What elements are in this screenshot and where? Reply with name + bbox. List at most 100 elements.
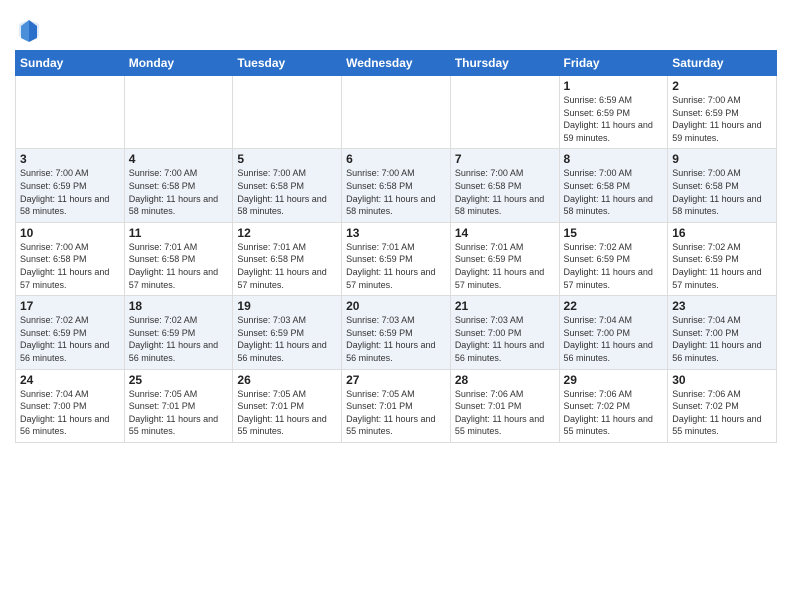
day-detail: Sunrise: 7:03 AM Sunset: 7:00 PM Dayligh… xyxy=(455,314,555,364)
calendar-day-cell xyxy=(16,76,125,149)
day-detail: Sunrise: 7:02 AM Sunset: 6:59 PM Dayligh… xyxy=(672,241,772,291)
day-number: 16 xyxy=(672,226,772,240)
day-number: 21 xyxy=(455,299,555,313)
calendar-day-cell: 6Sunrise: 7:00 AM Sunset: 6:58 PM Daylig… xyxy=(342,149,451,222)
day-number: 3 xyxy=(20,152,120,166)
day-detail: Sunrise: 7:00 AM Sunset: 6:58 PM Dayligh… xyxy=(672,167,772,217)
day-number: 9 xyxy=(672,152,772,166)
calendar-day-cell: 25Sunrise: 7:05 AM Sunset: 7:01 PM Dayli… xyxy=(124,369,233,442)
day-number: 29 xyxy=(564,373,664,387)
day-detail: Sunrise: 7:02 AM Sunset: 6:59 PM Dayligh… xyxy=(564,241,664,291)
logo xyxy=(15,16,47,44)
day-number: 14 xyxy=(455,226,555,240)
day-number: 22 xyxy=(564,299,664,313)
weekday-header: Tuesday xyxy=(233,51,342,76)
calendar-day-cell: 15Sunrise: 7:02 AM Sunset: 6:59 PM Dayli… xyxy=(559,222,668,295)
page-header xyxy=(15,10,777,44)
day-number: 10 xyxy=(20,226,120,240)
calendar-table: SundayMondayTuesdayWednesdayThursdayFrid… xyxy=(15,50,777,443)
day-number: 4 xyxy=(129,152,229,166)
weekday-header: Saturday xyxy=(668,51,777,76)
calendar-day-cell xyxy=(342,76,451,149)
calendar-day-cell: 21Sunrise: 7:03 AM Sunset: 7:00 PM Dayli… xyxy=(450,296,559,369)
day-detail: Sunrise: 7:06 AM Sunset: 7:02 PM Dayligh… xyxy=(564,388,664,438)
day-detail: Sunrise: 7:00 AM Sunset: 6:58 PM Dayligh… xyxy=(237,167,337,217)
day-number: 24 xyxy=(20,373,120,387)
day-detail: Sunrise: 7:01 AM Sunset: 6:59 PM Dayligh… xyxy=(346,241,446,291)
calendar-day-cell: 14Sunrise: 7:01 AM Sunset: 6:59 PM Dayli… xyxy=(450,222,559,295)
day-detail: Sunrise: 7:00 AM Sunset: 6:58 PM Dayligh… xyxy=(455,167,555,217)
calendar-day-cell xyxy=(450,76,559,149)
calendar-week-row: 1Sunrise: 6:59 AM Sunset: 6:59 PM Daylig… xyxy=(16,76,777,149)
day-number: 18 xyxy=(129,299,229,313)
day-number: 13 xyxy=(346,226,446,240)
calendar-day-cell: 17Sunrise: 7:02 AM Sunset: 6:59 PM Dayli… xyxy=(16,296,125,369)
day-number: 27 xyxy=(346,373,446,387)
day-number: 26 xyxy=(237,373,337,387)
day-detail: Sunrise: 7:03 AM Sunset: 6:59 PM Dayligh… xyxy=(346,314,446,364)
day-number: 15 xyxy=(564,226,664,240)
weekday-header: Monday xyxy=(124,51,233,76)
day-number: 8 xyxy=(564,152,664,166)
day-detail: Sunrise: 7:04 AM Sunset: 7:00 PM Dayligh… xyxy=(564,314,664,364)
calendar-week-row: 17 Sunrise: 7:02 AM Sunset: 6:59 PM Dayli… xyxy=(16,296,777,369)
calendar-day-cell: 16Sunrise: 7:02 AM Sunset: 6:59 PM Dayli… xyxy=(668,222,777,295)
day-number: 6 xyxy=(346,152,446,166)
day-detail: Sunrise: 7:06 AM Sunset: 7:02 PM Dayligh… xyxy=(672,388,772,438)
day-detail: Sunrise: 7:00 AM Sunset: 6:58 PM Dayligh… xyxy=(20,241,120,291)
weekday-header: Thursday xyxy=(450,51,559,76)
calendar-day-cell: 2Sunrise: 7:00 AM Sunset: 6:59 PM Daylig… xyxy=(668,76,777,149)
day-detail: Sunrise: 7:00 AM Sunset: 6:59 PM Dayligh… xyxy=(20,167,120,217)
calendar-day-cell: 8Sunrise: 7:00 AM Sunset: 6:58 PM Daylig… xyxy=(559,149,668,222)
day-detail: Sunrise: 7:00 AM Sunset: 6:58 PM Dayligh… xyxy=(129,167,229,217)
calendar-day-cell: 30Sunrise: 7:06 AM Sunset: 7:02 PM Dayli… xyxy=(668,369,777,442)
day-detail: Sunrise: 7:00 AM Sunset: 6:58 PM Dayligh… xyxy=(564,167,664,217)
day-number: 17 xyxy=(20,299,120,313)
day-detail: Sunrise: 7:02 AM Sunset: 6:59 PM Dayligh… xyxy=(129,314,229,364)
calendar-week-row: 3Sunrise: 7:00 AM Sunset: 6:59 PM Daylig… xyxy=(16,149,777,222)
calendar-day-cell: 20Sunrise: 7:03 AM Sunset: 6:59 PM Dayli… xyxy=(342,296,451,369)
day-detail: Sunrise: 7:06 AM Sunset: 7:01 PM Dayligh… xyxy=(455,388,555,438)
day-detail: Sunrise: 7:01 AM Sunset: 6:58 PM Dayligh… xyxy=(129,241,229,291)
weekday-header: Friday xyxy=(559,51,668,76)
day-detail: Sunrise: 6:59 AM Sunset: 6:59 PM Dayligh… xyxy=(564,94,664,144)
day-number: 5 xyxy=(237,152,337,166)
calendar-day-cell: 4Sunrise: 7:00 AM Sunset: 6:58 PM Daylig… xyxy=(124,149,233,222)
calendar-week-row: 24Sunrise: 7:04 AM Sunset: 7:00 PM Dayli… xyxy=(16,369,777,442)
calendar-day-cell: 29Sunrise: 7:06 AM Sunset: 7:02 PM Dayli… xyxy=(559,369,668,442)
day-number: 20 xyxy=(346,299,446,313)
day-detail: Sunrise: 7:05 AM Sunset: 7:01 PM Dayligh… xyxy=(237,388,337,438)
day-number: 23 xyxy=(672,299,772,313)
day-number: 30 xyxy=(672,373,772,387)
calendar-day-cell: 1Sunrise: 6:59 AM Sunset: 6:59 PM Daylig… xyxy=(559,76,668,149)
weekday-header: Wednesday xyxy=(342,51,451,76)
day-detail: Sunrise: 7:01 AM Sunset: 6:59 PM Dayligh… xyxy=(455,241,555,291)
day-number: 7 xyxy=(455,152,555,166)
day-detail: Sunrise: 7:05 AM Sunset: 7:01 PM Dayligh… xyxy=(346,388,446,438)
calendar-day-cell: 11Sunrise: 7:01 AM Sunset: 6:58 PM Dayli… xyxy=(124,222,233,295)
day-number: 2 xyxy=(672,79,772,93)
calendar-header-row: SundayMondayTuesdayWednesdayThursdayFrid… xyxy=(16,51,777,76)
day-detail: Sunrise: 7:00 AM Sunset: 6:59 PM Dayligh… xyxy=(672,94,772,144)
calendar-day-cell: 12Sunrise: 7:01 AM Sunset: 6:58 PM Dayli… xyxy=(233,222,342,295)
day-number: 11 xyxy=(129,226,229,240)
day-detail: Sunrise: 7:01 AM Sunset: 6:58 PM Dayligh… xyxy=(237,241,337,291)
day-number: 25 xyxy=(129,373,229,387)
calendar-day-cell: 26Sunrise: 7:05 AM Sunset: 7:01 PM Dayli… xyxy=(233,369,342,442)
calendar-day-cell: 27Sunrise: 7:05 AM Sunset: 7:01 PM Dayli… xyxy=(342,369,451,442)
calendar-day-cell: 24Sunrise: 7:04 AM Sunset: 7:00 PM Dayli… xyxy=(16,369,125,442)
calendar-day-cell: 7Sunrise: 7:00 AM Sunset: 6:58 PM Daylig… xyxy=(450,149,559,222)
weekday-header: Sunday xyxy=(16,51,125,76)
calendar-day-cell: 10Sunrise: 7:00 AM Sunset: 6:58 PM Dayli… xyxy=(16,222,125,295)
day-detail: Sunrise: 7:03 AM Sunset: 6:59 PM Dayligh… xyxy=(237,314,337,364)
day-number: 19 xyxy=(237,299,337,313)
calendar-day-cell xyxy=(233,76,342,149)
day-number: 28 xyxy=(455,373,555,387)
day-number: 12 xyxy=(237,226,337,240)
calendar-day-cell: 22Sunrise: 7:04 AM Sunset: 7:00 PM Dayli… xyxy=(559,296,668,369)
day-number: 1 xyxy=(564,79,664,93)
day-detail: Sunrise: 7:04 AM Sunset: 7:00 PM Dayligh… xyxy=(672,314,772,364)
calendar-day-cell: 28Sunrise: 7:06 AM Sunset: 7:01 PM Dayli… xyxy=(450,369,559,442)
day-detail: Sunrise: 7:04 AM Sunset: 7:00 PM Dayligh… xyxy=(20,388,120,438)
day-detail: Sunrise: 7:00 AM Sunset: 6:58 PM Dayligh… xyxy=(346,167,446,217)
